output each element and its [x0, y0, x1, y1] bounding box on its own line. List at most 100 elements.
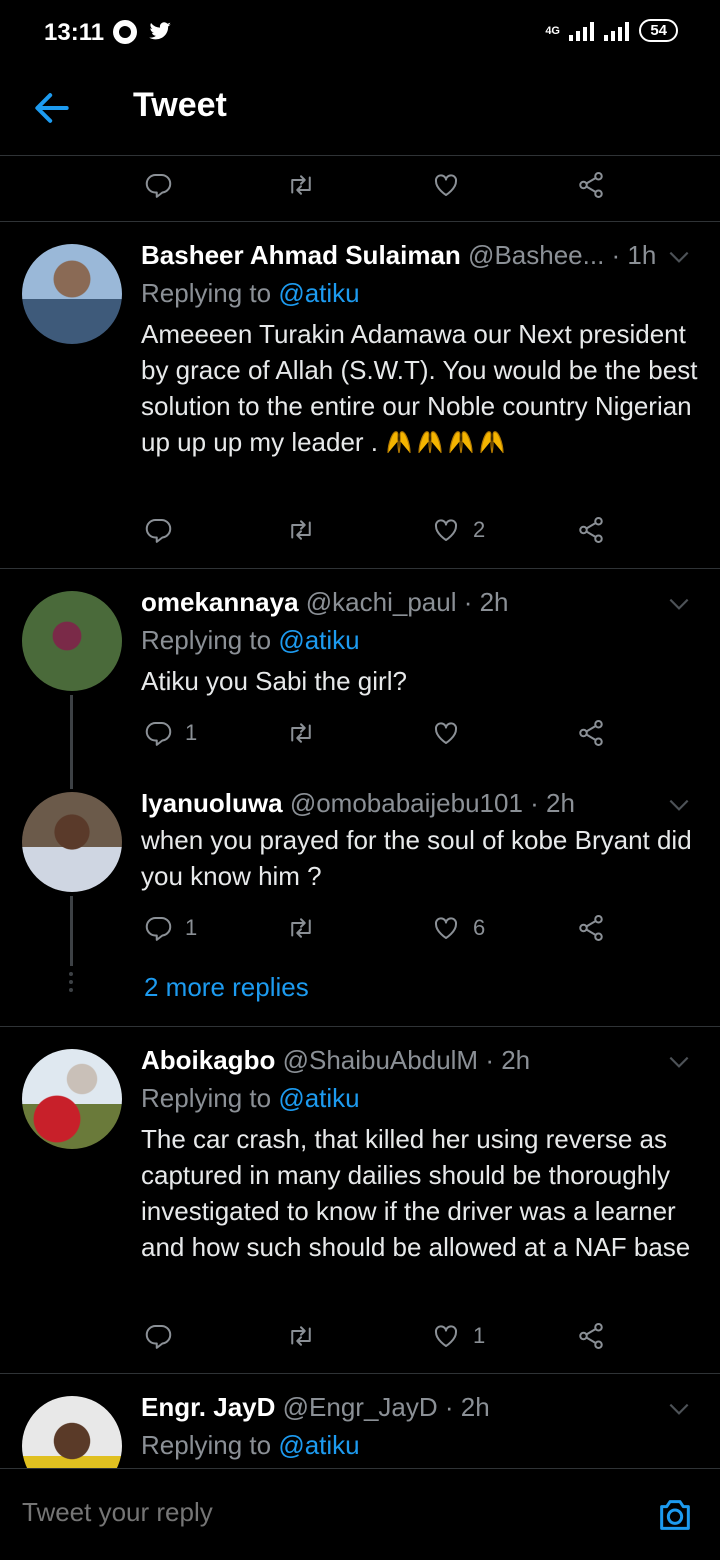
reply-tweet[interactable]: Engr. JayD @Engr_JayD · 2h Replying to @… [0, 1374, 720, 1468]
heart-icon [431, 718, 461, 748]
author-handle[interactable]: @Bashee... [468, 240, 604, 270]
battery-level: 54 [639, 19, 678, 42]
reply-icon [143, 913, 173, 943]
network-type-label: 4G [545, 24, 560, 37]
reply-button[interactable] [143, 1316, 185, 1356]
reply-button[interactable] [143, 165, 173, 205]
tweet-actions: 2 [0, 510, 720, 550]
reply-button[interactable]: 1 [143, 713, 197, 753]
replying-label: Replying to [141, 1083, 272, 1113]
tweet-time: · 2h [485, 1045, 531, 1075]
raising-hands-emoji-icon [478, 429, 506, 455]
retweet-button[interactable] [286, 908, 328, 948]
avatar[interactable] [22, 591, 122, 691]
like-button[interactable] [431, 165, 461, 205]
share-button[interactable] [576, 713, 606, 753]
main-tweet-actions [0, 165, 720, 205]
tweet-time: · 2h [463, 587, 509, 617]
heart-icon [431, 515, 461, 545]
like-count: 2 [473, 517, 486, 542]
tweet-header: Basheer Ahmad Sulaiman @Bashee... · 1h [141, 240, 692, 274]
reply-icon [143, 718, 173, 748]
back-arrow-icon[interactable] [30, 86, 74, 130]
share-icon [576, 1321, 606, 1351]
top-app-bar: Tweet [0, 66, 720, 156]
heart-icon [431, 913, 461, 943]
mention-link[interactable]: @atiku [278, 625, 359, 655]
share-icon [576, 913, 606, 943]
more-replies-link[interactable]: 2 more replies [144, 972, 309, 1003]
share-icon [576, 718, 606, 748]
retweet-icon [286, 913, 316, 943]
share-button[interactable] [576, 1316, 606, 1356]
share-button[interactable] [576, 165, 606, 205]
replying-to: Replying to @atiku [141, 625, 360, 656]
retweet-button[interactable] [286, 165, 316, 205]
retweet-icon [286, 1321, 316, 1351]
thread-dots [69, 972, 74, 996]
like-button[interactable]: 2 [431, 510, 485, 550]
tweet-text: when you prayed for the soul of kobe Bry… [141, 825, 692, 891]
avatar[interactable] [22, 792, 122, 892]
mention-link[interactable]: @atiku [278, 278, 359, 308]
raising-hands-emoji-icon [416, 429, 444, 455]
reply-tweet[interactable]: Iyanuoluwa @omobabaijebu101 · 2h when yo… [0, 770, 720, 1025]
reply-icon [143, 1321, 173, 1351]
like-count: 6 [473, 915, 486, 940]
camera-icon[interactable] [655, 1495, 695, 1535]
chevron-down-icon[interactable] [666, 1396, 692, 1422]
share-button[interactable] [576, 908, 606, 948]
like-button[interactable] [431, 713, 473, 753]
retweet-button[interactable] [286, 713, 328, 753]
share-icon [576, 170, 606, 200]
reply-button[interactable] [143, 510, 185, 550]
chevron-down-icon[interactable] [666, 244, 692, 270]
author-name[interactable]: Iyanuoluwa [141, 788, 283, 818]
like-button[interactable]: 1 [431, 1316, 485, 1356]
reply-input[interactable] [22, 1497, 582, 1528]
author-handle[interactable]: @kachi_paul [306, 587, 457, 617]
author-handle[interactable]: @omobabaijebu101 [290, 788, 523, 818]
author-handle[interactable]: @Engr_JayD [283, 1392, 438, 1422]
raising-hands-emoji-icon [447, 429, 475, 455]
tweet-text: The car crash, that killed her using rev… [141, 1124, 691, 1262]
author-name[interactable]: Engr. JayD [141, 1392, 275, 1422]
chevron-down-icon[interactable] [666, 1049, 692, 1075]
retweet-icon [286, 170, 316, 200]
heart-icon [431, 1321, 461, 1351]
reply-button[interactable]: 1 [143, 908, 197, 948]
author-name[interactable]: Aboikagbo [141, 1045, 275, 1075]
twitter-bird-icon [149, 22, 171, 40]
avatar[interactable] [22, 1049, 122, 1149]
tweet-text: Ameeeen Turakin Adamawa our Next preside… [141, 316, 706, 460]
mention-link[interactable]: @atiku [278, 1430, 359, 1460]
author-handle[interactable]: @ShaibuAbdulM [283, 1045, 479, 1075]
tweet-header: Engr. JayD @Engr_JayD · 2h [141, 1392, 692, 1426]
status-bar: 13:11 4G 54 [0, 0, 720, 66]
retweet-button[interactable] [286, 1316, 328, 1356]
avatar[interactable] [22, 244, 122, 344]
author-name[interactable]: Basheer Ahmad Sulaiman [141, 240, 461, 270]
whatsapp-icon [113, 20, 137, 44]
share-icon [576, 515, 606, 545]
tweet-header: Aboikagbo @ShaibuAbdulM · 2h [141, 1045, 692, 1079]
replying-to: Replying to @atiku [141, 1430, 360, 1461]
signal-icon [569, 21, 595, 41]
mention-link[interactable]: @atiku [278, 1083, 359, 1113]
tweet-time: · 2h [444, 1392, 490, 1422]
tweet-header: Iyanuoluwa @omobabaijebu101 · 2h [141, 788, 692, 822]
raising-hands-emoji-icon [385, 429, 413, 455]
replying-label: Replying to [141, 625, 272, 655]
signal-icon-2 [604, 21, 630, 41]
tweet-text: Atiku you Sabi the girl? [141, 666, 407, 696]
avatar[interactable] [22, 1396, 122, 1468]
retweet-button[interactable] [286, 510, 328, 550]
tweet-actions: 1 6 [0, 908, 720, 948]
chevron-down-icon[interactable] [666, 591, 692, 617]
author-name[interactable]: omekannaya [141, 587, 299, 617]
tweet-time: · 2h [530, 788, 575, 818]
chevron-down-icon[interactable] [666, 792, 692, 818]
like-button[interactable]: 6 [431, 908, 485, 948]
reply-count: 1 [185, 720, 198, 745]
share-button[interactable] [576, 510, 606, 550]
